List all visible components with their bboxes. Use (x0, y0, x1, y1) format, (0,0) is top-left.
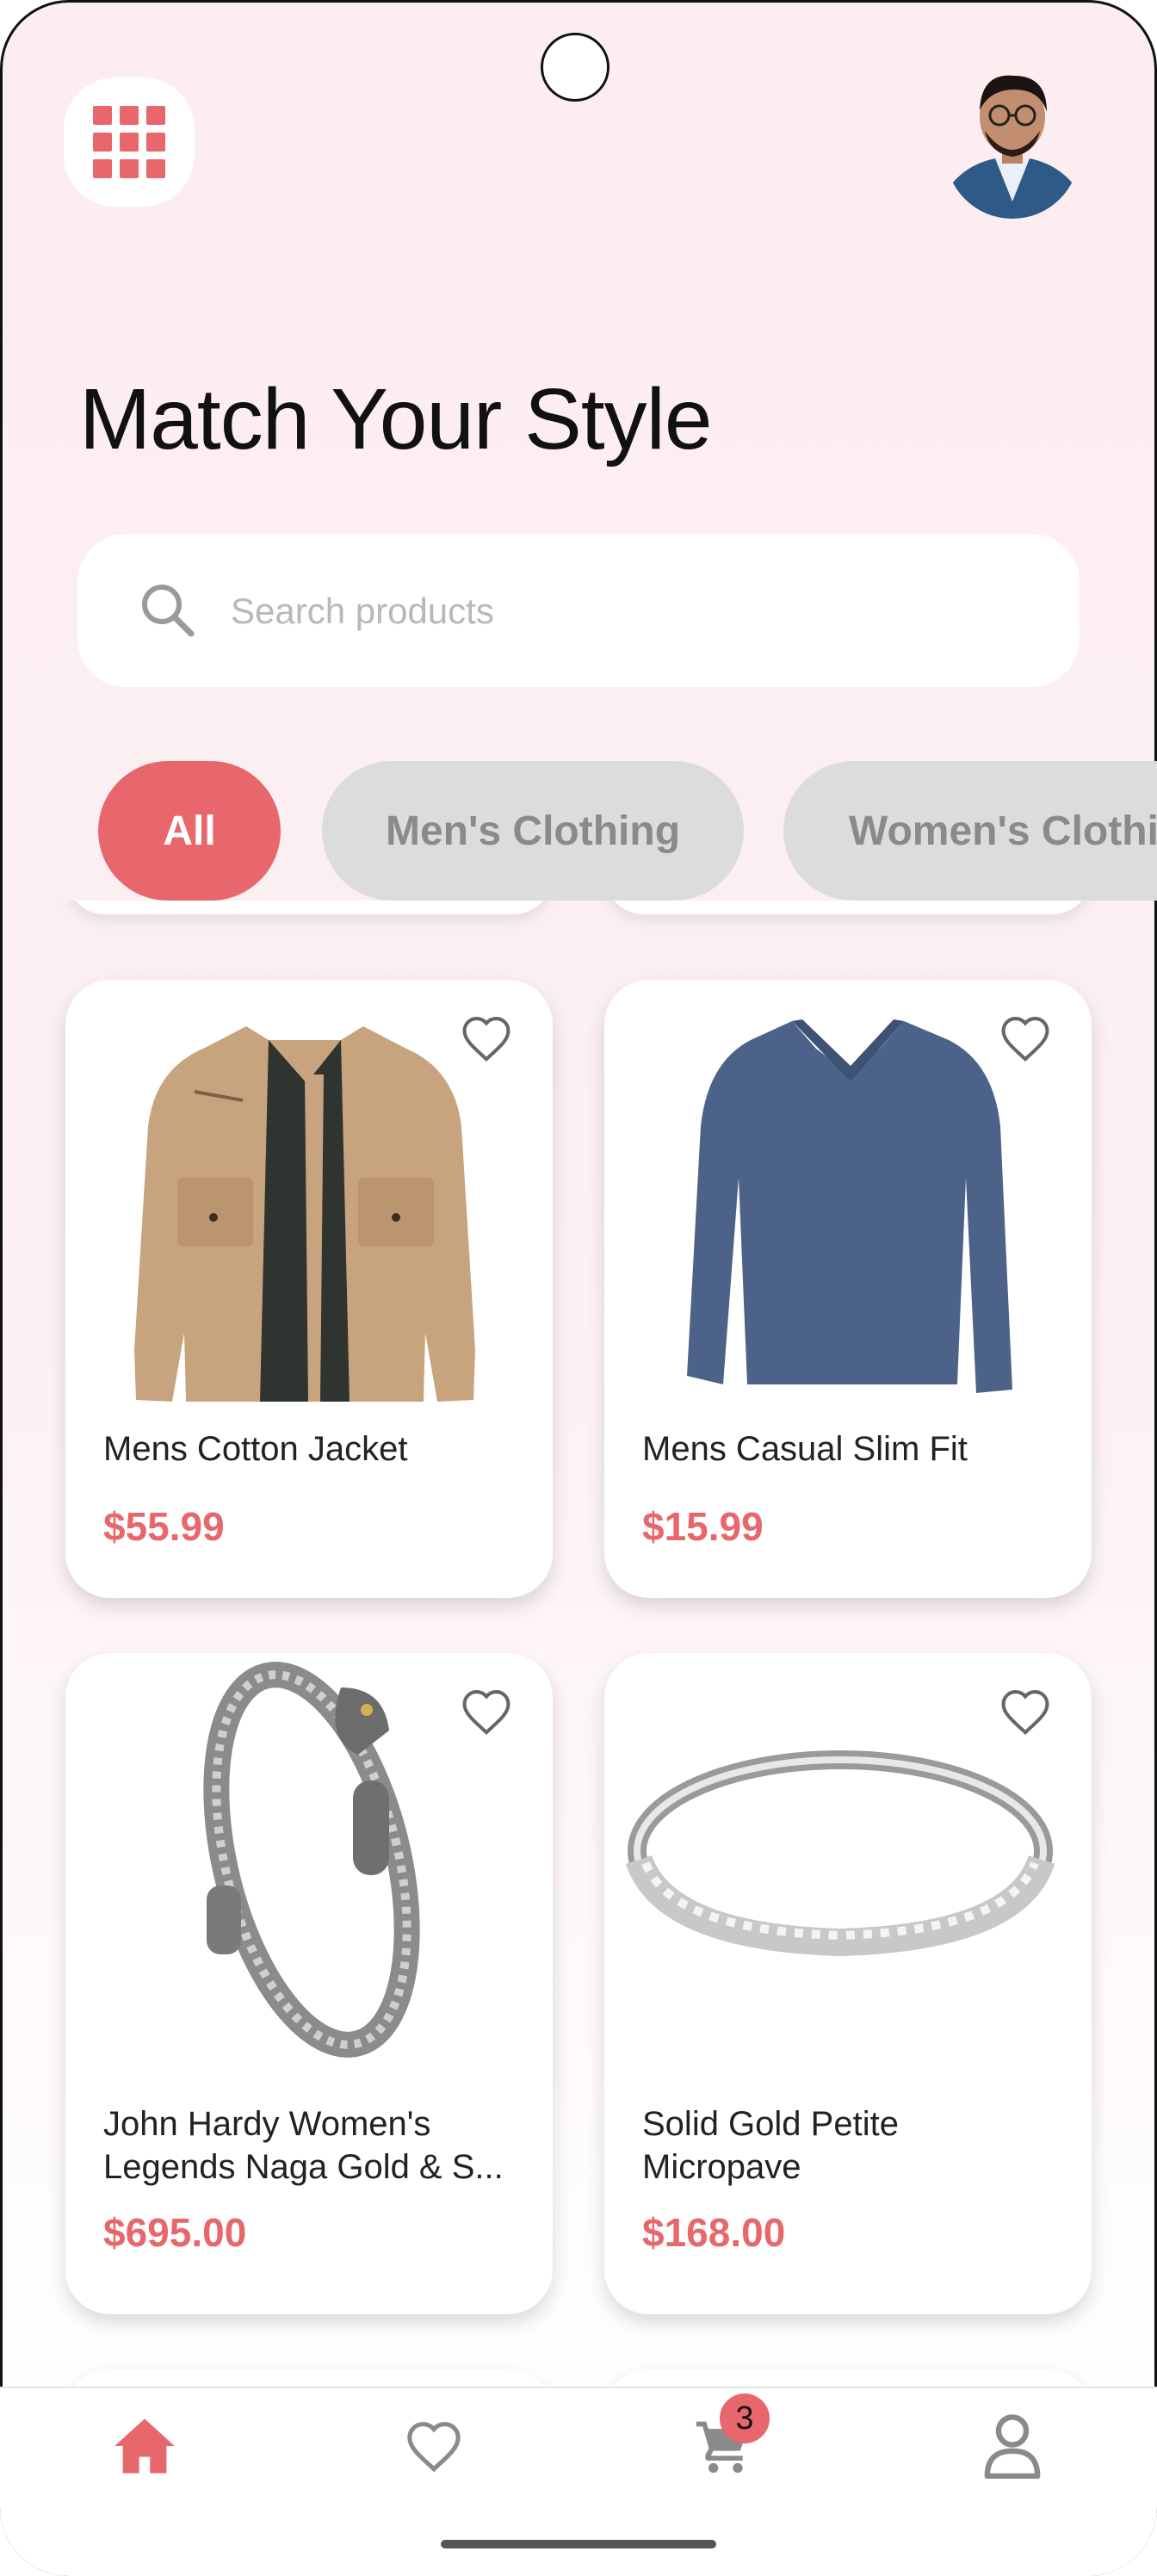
previous-card-edge (604, 901, 1092, 914)
category-chip-womens-clothing[interactable]: Women's Clothing (783, 761, 1157, 901)
product-price: $55.99 (103, 1504, 225, 1549)
product-name: John Hardy Women's Legends Naga Gold & S… (103, 2105, 504, 2186)
favorite-heart-icon[interactable] (460, 1687, 513, 1736)
profile-icon (984, 2414, 1041, 2479)
product-price: $15.99 (642, 1504, 764, 1549)
nav-home[interactable] (102, 2407, 188, 2485)
user-avatar[interactable] (945, 64, 1080, 219)
heart-icon (407, 2422, 461, 2473)
home-icon (114, 2418, 175, 2474)
nav-profile[interactable] (969, 2407, 1055, 2485)
nav-favorites[interactable] (391, 2407, 477, 2485)
product-card[interactable]: Mens Casual Slim Fit $15.99 (604, 980, 1092, 1598)
product-card[interactable] (604, 2369, 1092, 2387)
product-name: Mens Casual Slim Fit (642, 1430, 968, 1468)
product-card[interactable]: Solid Gold Petite Micropave $168.00 (604, 1653, 1092, 2314)
category-chip-label: Men's Clothing (385, 808, 681, 854)
product-price: $695.00 (103, 2210, 247, 2255)
front-camera (541, 33, 609, 102)
home-indicator[interactable] (441, 2540, 716, 2548)
product-grid: Mens Cotton Jacket $55.99 Mens Casual Sl… (0, 901, 1157, 2387)
category-chip-label: All (163, 808, 216, 854)
category-chip-mens-clothing[interactable]: Men's Clothing (322, 761, 744, 901)
product-price: $168.00 (642, 2210, 786, 2255)
previous-card-edge (65, 901, 553, 914)
search-input[interactable] (229, 572, 1007, 651)
product-card[interactable] (65, 2369, 553, 2387)
product-card[interactable]: Mens Cotton Jacket $55.99 (65, 980, 553, 1598)
favorite-heart-icon[interactable] (999, 1014, 1052, 1062)
page-title: Match Your Style (79, 371, 712, 468)
menu-button[interactable] (64, 77, 195, 207)
product-name: Mens Cotton Jacket (103, 1430, 408, 1468)
category-chip-all[interactable]: All (98, 761, 281, 901)
favorite-heart-icon[interactable] (460, 1014, 513, 1062)
product-name: Solid Gold Petite Micropave (642, 2105, 899, 2186)
product-card[interactable]: John Hardy Women's Legends Naga Gold & S… (65, 1653, 553, 2314)
search-bar[interactable] (77, 534, 1080, 687)
app-screen: Match Your Style All Men's Clothing Wome… (0, 0, 1157, 2576)
search-icon (142, 585, 195, 637)
grid-menu-icon (93, 106, 165, 178)
category-chip-label: Women's Clothing (849, 808, 1157, 854)
cart-badge: 3 (720, 2393, 770, 2443)
favorite-heart-icon[interactable] (999, 1687, 1052, 1736)
